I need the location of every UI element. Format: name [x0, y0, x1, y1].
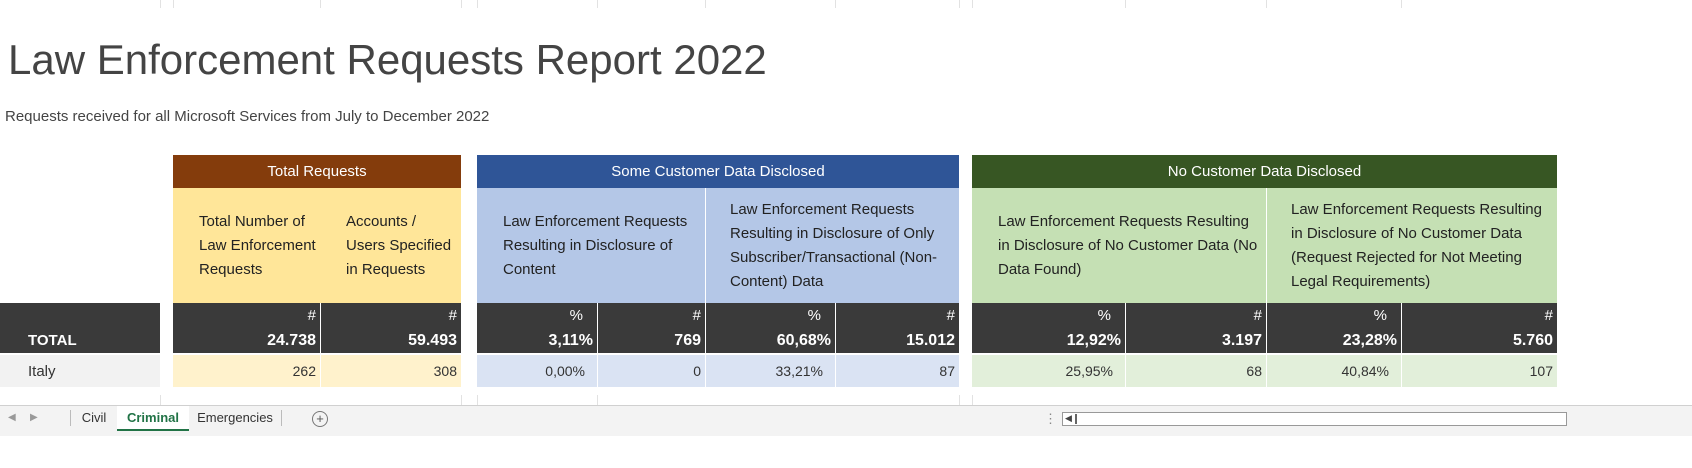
total-subscriber-num[interactable]: 15.012: [836, 328, 959, 353]
add-sheet-icon[interactable]: +: [312, 411, 328, 427]
header-accounts: Accounts / Users Specified in Requests: [320, 188, 461, 303]
sheet-tab-emergencies[interactable]: Emergencies: [191, 406, 279, 429]
gridline: [320, 0, 321, 8]
total-content-num[interactable]: 769: [598, 328, 705, 353]
sheet-tab-civil[interactable]: Civil: [72, 406, 116, 429]
gridline: [972, 395, 973, 405]
header-label: Accounts / Users Specified in Requests: [346, 212, 452, 278]
total-rejected-pct[interactable]: 23,28%: [1267, 328, 1401, 353]
total-accounts[interactable]: 59.493: [321, 328, 461, 353]
symbol-cell[interactable]: #: [836, 303, 959, 328]
scrollbar-splitter-icon[interactable]: ⋮: [1044, 411, 1057, 427]
italy-total-requests[interactable]: 262: [173, 355, 320, 387]
total-rejected-num[interactable]: 5.760: [1402, 328, 1557, 353]
scroll-tabs-left-icon[interactable]: ◀: [8, 412, 16, 423]
horizontal-scrollbar[interactable]: ◀: [1062, 412, 1567, 426]
italy-content-num[interactable]: 0: [598, 355, 705, 387]
gridline: [160, 0, 161, 8]
gridline: [959, 0, 960, 8]
gridline: [1125, 0, 1126, 8]
gridline: [972, 0, 973, 8]
symbol-cell[interactable]: #: [1126, 303, 1266, 328]
report-title: Law Enforcement Requests Report 2022: [8, 36, 767, 83]
gridline: [461, 395, 462, 405]
italy-no-data-num[interactable]: 68: [1126, 355, 1266, 387]
symbol-cell[interactable]: %: [972, 303, 1125, 328]
report-subtitle: Requests received for all Microsoft Serv…: [5, 108, 490, 125]
header-label: Law Enforcement Requests Resulting in Di…: [1291, 200, 1542, 290]
header-divider: [705, 188, 706, 303]
header-label: Law Enforcement Requests Resulting in Di…: [503, 212, 688, 278]
group-total-requests: Total Requests: [173, 155, 461, 188]
gridline: [477, 0, 478, 8]
symbol-cell[interactable]: %: [477, 303, 597, 328]
symbol-cell[interactable]: #: [1402, 303, 1557, 328]
gridline: [477, 395, 478, 405]
gridline: [597, 395, 598, 405]
header-label: Total Number of Law Enforcement Requests: [199, 212, 316, 278]
gridline: [1266, 0, 1267, 8]
symbol-cell[interactable]: #: [598, 303, 705, 328]
italy-row-label[interactable]: Italy: [0, 355, 160, 387]
group-no-data-disclosed: No Customer Data Disclosed: [972, 155, 1557, 188]
header-divider: [1266, 188, 1267, 303]
italy-rejected-pct[interactable]: 40,84%: [1267, 355, 1401, 387]
gridline: [835, 0, 836, 8]
total-no-data-pct[interactable]: 12,92%: [972, 328, 1125, 353]
symbol-cell[interactable]: #: [173, 303, 320, 328]
tab-separator: [281, 410, 282, 426]
italy-no-data-pct[interactable]: 25,95%: [972, 355, 1125, 387]
gridline: [160, 395, 161, 405]
scrollbar-thumb[interactable]: [1075, 414, 1077, 424]
symbol-cell[interactable]: #: [321, 303, 461, 328]
gridline: [597, 0, 598, 8]
italy-subscriber-pct[interactable]: 33,21%: [706, 355, 835, 387]
total-no-data-num[interactable]: 3.197: [1126, 328, 1266, 353]
header-content: Law Enforcement Requests Resulting in Di…: [477, 188, 705, 303]
symbol-row-label: [0, 303, 160, 328]
scroll-tabs-right-icon[interactable]: ▶: [30, 412, 38, 423]
gridline: [705, 0, 706, 8]
gridline: [959, 395, 960, 405]
italy-accounts[interactable]: 308: [321, 355, 461, 387]
sheet-tab-criminal[interactable]: Criminal: [117, 406, 189, 431]
header-no-data-found: Law Enforcement Requests Resulting in Di…: [972, 188, 1266, 303]
gridline: [1401, 0, 1402, 8]
gridline: [461, 0, 462, 8]
tab-separator: [70, 410, 71, 426]
symbol-cell[interactable]: %: [706, 303, 835, 328]
total-subscriber-pct[interactable]: 60,68%: [706, 328, 835, 353]
symbol-cell[interactable]: %: [1267, 303, 1401, 328]
italy-subscriber-num[interactable]: 87: [836, 355, 959, 387]
header-total-requests: Total Number of Law Enforcement Requests: [173, 188, 320, 303]
gridline: [173, 0, 174, 8]
total-row-label[interactable]: TOTAL: [0, 328, 160, 353]
header-subscriber: Law Enforcement Requests Resulting in Di…: [706, 188, 959, 303]
header-label: Law Enforcement Requests Resulting in Di…: [998, 212, 1258, 278]
header-label: Law Enforcement Requests Resulting in Di…: [730, 200, 938, 290]
italy-content-pct[interactable]: 0,00%: [477, 355, 597, 387]
scroll-left-icon[interactable]: ◀: [1065, 413, 1072, 424]
header-rejected: Law Enforcement Requests Resulting in Di…: [1267, 188, 1557, 303]
group-some-data-disclosed: Some Customer Data Disclosed: [477, 155, 959, 188]
total-content-pct[interactable]: 3,11%: [477, 328, 597, 353]
total-total-requests[interactable]: 24.738: [173, 328, 320, 353]
italy-rejected-num[interactable]: 107: [1402, 355, 1557, 387]
